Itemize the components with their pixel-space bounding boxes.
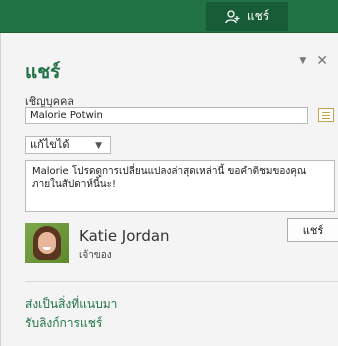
message-textarea[interactable]: Malorie โปรดดูการเปลี่ยนแปลงล่าสุดเหล่าน… [25, 160, 335, 212]
ribbon-bar: แชร์ [0, 0, 338, 33]
avatar [25, 223, 69, 263]
close-icon[interactable]: ✕ [316, 53, 328, 69]
chevron-down-icon: ▼ [95, 141, 102, 151]
share-tab-label: แชร์ [246, 9, 270, 23]
address-book-icon[interactable] [318, 108, 334, 122]
invite-people-input[interactable]: Malorie Potwin [25, 107, 308, 124]
get-sharing-link[interactable]: รับลิงก์การแชร์ [25, 314, 102, 333]
send-as-attachment-link[interactable]: ส่งเป็นสิ่งที่แนบมา [25, 295, 117, 314]
pane-options-icon[interactable]: ▼ [299, 56, 306, 66]
permission-value: แก้ไขได้ [30, 138, 70, 151]
share-pane: แชร์ ▼ ✕ เชิญบุคคล Malorie Potwin แก้ไขไ… [0, 33, 338, 346]
permission-dropdown[interactable]: แก้ไขได้ ▼ [25, 136, 111, 154]
person-add-icon [225, 9, 240, 23]
pane-controls: ▼ ✕ [299, 53, 328, 69]
owner-role: เจ้าของ [79, 250, 112, 261]
divider [25, 281, 338, 282]
share-button[interactable]: แชร์ [287, 218, 338, 242]
pane-title: แชร์ [25, 61, 61, 83]
owner-name: Katie Jordan [79, 227, 170, 245]
share-tab-button[interactable]: แชร์ [206, 2, 288, 31]
owner-entry: Katie Jordan เจ้าของ [25, 223, 285, 263]
